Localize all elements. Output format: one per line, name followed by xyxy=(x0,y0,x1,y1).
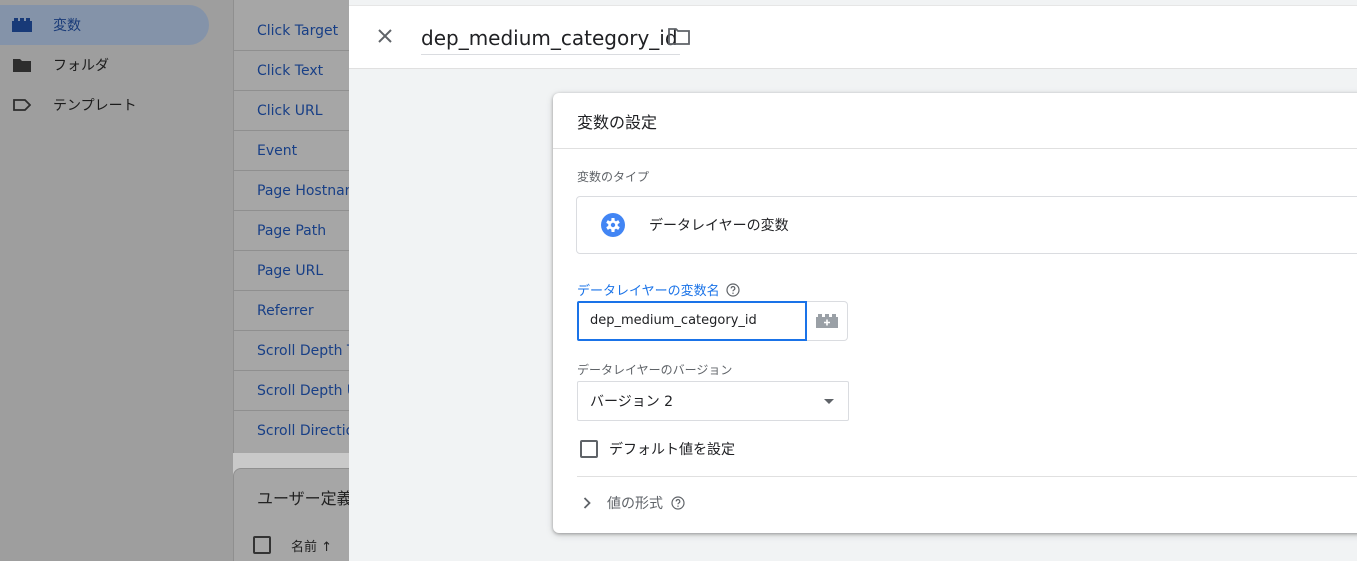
builtin-variable-row[interactable]: Event xyxy=(234,131,364,171)
nav-item-label: フォルダ xyxy=(53,58,109,74)
builtin-variable-row[interactable]: Page Hostname xyxy=(234,171,364,211)
set-default-value-option[interactable]: デフォルト値を設定 xyxy=(580,439,735,459)
datalayer-version-label: データレイヤーのバージョン xyxy=(577,363,733,377)
nav-item-templates[interactable]: テンプレート xyxy=(0,85,209,125)
nav-item-folders[interactable]: フォルダ xyxy=(0,45,209,85)
card-title: 変数の設定 xyxy=(553,93,1357,149)
datalayer-variable-name-input[interactable]: dep_medium_category_id xyxy=(577,301,807,341)
help-icon[interactable] xyxy=(671,496,685,510)
variable-type-label: 変数のタイプ xyxy=(577,170,650,184)
set-default-value-checkbox[interactable] xyxy=(580,440,598,458)
builtin-variable-row[interactable]: Click URL xyxy=(234,91,364,131)
name-column-header[interactable]: 名前 ↑ xyxy=(291,536,332,555)
datalayer-variable-name-label: データレイヤーの変数名 xyxy=(577,280,740,299)
nav-item-label: テンプレート xyxy=(53,98,137,114)
builtin-variable-row[interactable]: Page URL xyxy=(234,251,364,291)
variable-name-title-input[interactable]: dep_medium_category_id xyxy=(421,23,680,55)
insert-variable-button[interactable] xyxy=(807,301,848,341)
value-format-label: 値の形式 xyxy=(607,496,663,512)
user-defined-variables-card: ユーザー定義 名前 ↑ xyxy=(233,468,363,561)
divider xyxy=(577,476,1357,477)
label-outline-icon xyxy=(12,95,32,115)
close-button[interactable] xyxy=(373,24,397,48)
user-defined-title: ユーザー定義 xyxy=(257,489,353,508)
builtin-variable-row[interactable]: Scroll Depth Threshold xyxy=(234,331,364,371)
editor-header: dep_medium_category_id xyxy=(349,5,1357,69)
set-default-value-label: デフォルト値を設定 xyxy=(609,442,735,458)
nav-item-variables[interactable]: 変数 xyxy=(0,5,209,45)
variable-configuration-card: 変数の設定 変数のタイプ データレイヤーの変数 データレイヤーの変数名 dep_… xyxy=(553,93,1357,533)
help-icon[interactable] xyxy=(726,282,740,297)
builtin-variable-row[interactable]: Page Path xyxy=(234,211,364,251)
chevron-right-icon xyxy=(583,497,591,509)
close-icon xyxy=(378,29,392,43)
variable-editor-panel: dep_medium_category_id 変数の設定 変数のタイプ データレ… xyxy=(349,0,1357,561)
datalayer-variable-name-label-text: データレイヤーの変数名 xyxy=(577,284,720,299)
builtin-variable-list: Click Target Click Text Click URL Event … xyxy=(233,0,364,453)
builtin-variable-row[interactable]: Click Text xyxy=(234,51,364,91)
builtin-variable-row[interactable]: Click Target xyxy=(234,11,364,51)
value-format-expander[interactable]: 値の形式 xyxy=(583,493,685,513)
dropdown-arrow-icon xyxy=(824,399,834,404)
datalayer-version-value: バージョン 2 xyxy=(590,394,674,410)
gear-icon xyxy=(601,213,625,237)
bricks-icon xyxy=(12,15,32,35)
datalayer-version-select[interactable]: バージョン 2 xyxy=(577,381,849,421)
builtin-variable-row[interactable]: Referrer xyxy=(234,291,364,331)
variable-type-name: データレイヤーの変数 xyxy=(649,218,789,234)
folder-outline-icon xyxy=(668,28,690,45)
bricks-plus-icon xyxy=(816,314,838,328)
builtin-variable-row[interactable]: Scroll Depth Units xyxy=(234,371,364,411)
builtin-variable-row[interactable]: Scroll Direction xyxy=(234,411,364,451)
folder-icon xyxy=(12,55,32,75)
variable-type-selector[interactable]: データレイヤーの変数 xyxy=(576,196,1357,254)
folder-button[interactable] xyxy=(668,27,692,51)
select-all-checkbox[interactable] xyxy=(253,536,271,554)
nav-item-label: 変数 xyxy=(53,18,81,34)
left-navigation: 変数 フォルダ テンプレート xyxy=(0,0,233,561)
